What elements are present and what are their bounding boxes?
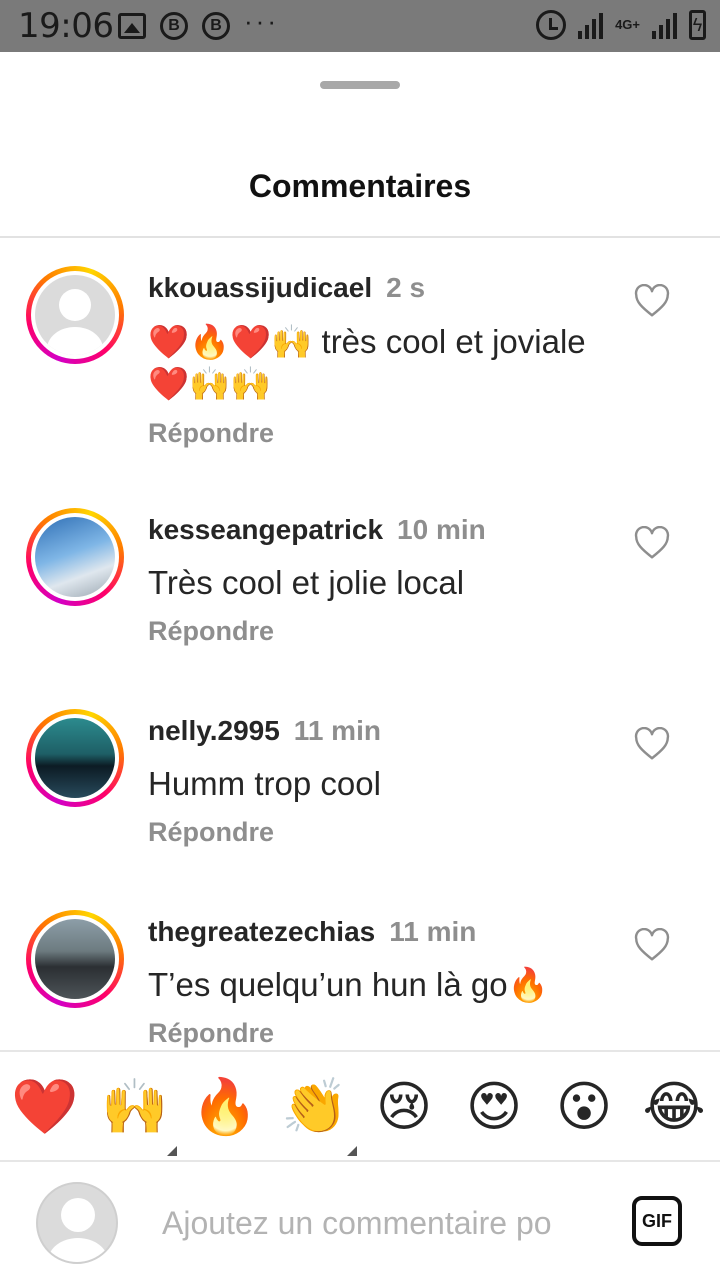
comment-item: kesseangepatrick 10 min Très cool et joli… <box>0 478 720 678</box>
story-ring[interactable] <box>26 709 124 807</box>
heart-like-icon[interactable] <box>634 928 670 962</box>
comment-username[interactable]: kkouassijudicael <box>148 272 372 303</box>
comment-text: Humm trop cool <box>148 765 381 802</box>
system-icons: 4G+ <box>536 10 706 40</box>
comment-time: 10 min <box>397 514 486 545</box>
comment-time: 11 min <box>389 916 477 947</box>
more-notifications-icon: ··· <box>244 6 279 36</box>
alarm-icon <box>536 10 567 40</box>
status-bar: 19:06 B B ··· 4G+ <box>0 0 720 52</box>
comment-username[interactable]: kesseangepatrick <box>148 514 383 545</box>
skin-tone-indicator <box>167 1146 177 1156</box>
signal-icon-2 <box>652 11 677 39</box>
sheet-title: Commentaires <box>248 168 472 204</box>
reply-button[interactable]: Répondre <box>148 1018 274 1049</box>
emoji-crying-button[interactable]: 😢 <box>371 1074 437 1140</box>
business-icon: B <box>160 12 188 40</box>
avatar <box>35 275 115 355</box>
avatar <box>35 919 115 999</box>
story-ring[interactable] <box>26 508 124 606</box>
comment-item: nelly.2995 11 min Humm trop cool Répondre <box>0 679 720 879</box>
emoji-heart-button[interactable]: ❤️ <box>11 1074 78 1140</box>
story-ring[interactable] <box>26 910 124 1008</box>
notification-icons: B B ··· <box>118 6 279 41</box>
emoji-surprised-button[interactable]: 😮 <box>551 1074 617 1140</box>
avatar <box>35 517 115 597</box>
comment-text: Très cool et jolie local <box>148 564 465 601</box>
comments-sheet: Commentaires kkouassijudicael 2 s ❤️🔥❤️🙌 … <box>0 52 720 1280</box>
signal-icon <box>578 11 604 39</box>
emoji-clapping-button[interactable]: 👏 <box>281 1074 357 1156</box>
comment-composer: GIF <box>0 1162 720 1280</box>
avatar <box>35 718 115 798</box>
comment-item: thegreatezechias 11 min T’es quelqu’un hu… <box>0 880 720 1050</box>
emoji-heart-eyes-button[interactable]: 😍 <box>461 1074 527 1140</box>
gallery-icon <box>118 13 146 39</box>
emoji-fire-button[interactable]: 🔥 <box>191 1074 258 1140</box>
sheet-drag-handle[interactable] <box>320 81 400 89</box>
comment-time: 2 s <box>386 272 426 303</box>
business-icon-2: B <box>202 12 230 40</box>
skin-tone-indicator <box>347 1146 357 1156</box>
heart-like-icon[interactable] <box>634 284 670 318</box>
emoji-laughing-button[interactable]: 😂 <box>641 1074 707 1140</box>
story-ring[interactable] <box>26 266 124 364</box>
heart-like-icon[interactable] <box>634 727 670 761</box>
comment-list[interactable]: kkouassijudicael 2 s ❤️🔥❤️🙌 très cool et … <box>0 238 720 1050</box>
reply-button[interactable]: Répondre <box>148 817 274 848</box>
reply-button[interactable]: Répondre <box>148 418 274 449</box>
battery-charging-icon <box>689 10 706 40</box>
comment-username[interactable]: thegreatezechias <box>148 916 375 947</box>
my-avatar <box>36 1182 118 1264</box>
heart-like-icon[interactable] <box>634 526 670 560</box>
clapping-emoji: 👏 <box>281 1077 349 1137</box>
comment-username[interactable]: nelly.2995 <box>148 715 280 746</box>
comment-text: ❤️🔥❤️🙌 très cool et joviale ❤️🙌🙌 <box>148 323 586 402</box>
comment-item: kkouassijudicael 2 s ❤️🔥❤️🙌 très cool et … <box>0 238 720 488</box>
raising-hands-emoji: 🙌 <box>101 1077 169 1137</box>
reply-button[interactable]: Répondre <box>148 616 274 647</box>
comment-text: T’es quelqu’un hun là go🔥 <box>148 966 549 1003</box>
gif-button[interactable]: GIF <box>632 1196 682 1246</box>
network-type-label: 4G+ <box>615 17 640 32</box>
emoji-raising-hands-button[interactable]: 🙌 <box>101 1074 177 1156</box>
comment-input[interactable] <box>162 1200 602 1246</box>
comment-time: 11 min <box>293 715 381 746</box>
status-time: 19:06 <box>18 6 114 46</box>
emoji-quick-bar: ❤️ 🙌 🔥 👏 😢 😍 😮 😂 <box>0 1052 720 1162</box>
